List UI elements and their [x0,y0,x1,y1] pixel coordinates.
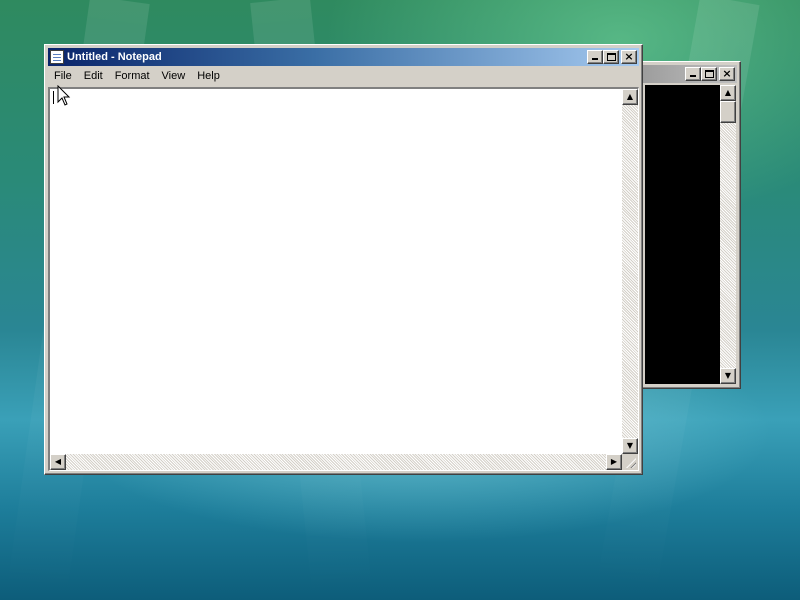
console-vertical-scrollbar[interactable]: ▲ ▼ [720,85,736,384]
text-caret [53,91,54,104]
scroll-left-button[interactable]: ◀ [50,454,66,470]
arrow-up-icon: ▲ [724,88,732,97]
scroll-up-button[interactable]: ▲ [622,89,638,105]
arrow-left-icon: ◀ [54,457,62,466]
maximize-icon [705,70,714,78]
mouse-pointer-icon [57,85,71,106]
menu-file[interactable]: File [48,68,78,85]
console-maximize-button[interactable] [701,67,717,81]
minimize-icon [690,75,696,77]
notepad-window[interactable]: Untitled - Notepad × File Edit Format Vi… [44,44,643,475]
vertical-scrollbar[interactable]: ▲ ▼ [622,89,638,454]
console-scroll-down-button[interactable]: ▼ [720,368,736,384]
maximize-icon [607,53,616,61]
text-content[interactable] [50,89,622,454]
console-minimize-button[interactable] [685,67,701,81]
arrow-down-icon: ▼ [626,441,634,450]
resize-grip-icon[interactable] [622,454,638,470]
window-title: Untitled - Notepad [67,51,162,63]
close-icon: × [624,50,634,63]
minimize-icon [592,58,598,60]
console-scroll-thumb[interactable] [720,101,736,123]
minimize-button[interactable] [587,50,603,64]
horizontal-scrollbar[interactable]: ◀ ▶ [50,454,622,470]
notepad-caption-buttons: × [587,50,637,64]
arrow-down-icon: ▼ [724,371,732,380]
scroll-right-button[interactable]: ▶ [606,454,622,470]
console-scroll-up-button[interactable]: ▲ [720,85,736,101]
console-output-area[interactable] [645,85,720,384]
arrow-right-icon: ▶ [610,457,618,466]
arrow-up-icon: ▲ [626,92,634,101]
menu-format[interactable]: Format [109,68,156,85]
maximize-button[interactable] [603,50,619,64]
notepad-titlebar[interactable]: Untitled - Notepad × [48,48,639,66]
notepad-icon[interactable] [50,50,64,64]
close-icon: × [722,67,732,80]
console-close-button[interactable]: × [719,67,735,81]
console-caption-buttons: × [685,67,735,81]
menu-bar: File Edit Format View Help [48,67,639,86]
close-button[interactable]: × [621,50,637,64]
scroll-down-button[interactable]: ▼ [622,438,638,454]
text-editor[interactable]: ▲ ▼ ◀ ▶ [48,87,639,471]
menu-view[interactable]: View [156,68,192,85]
menu-help[interactable]: Help [191,68,226,85]
menu-edit[interactable]: Edit [78,68,109,85]
